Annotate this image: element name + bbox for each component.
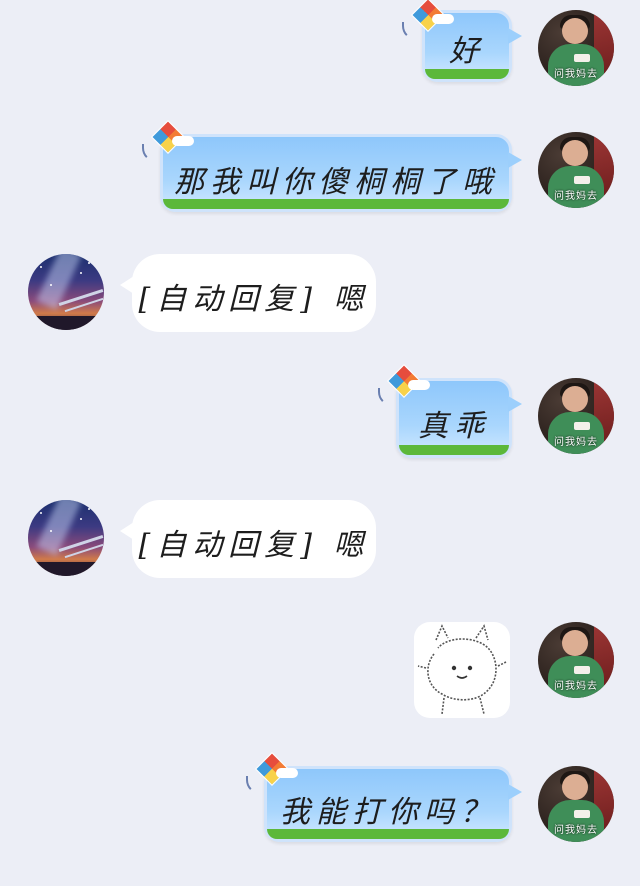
grass-decoration (425, 69, 509, 79)
contact-avatar[interactable] (28, 500, 104, 576)
message-text: [自动回复] 嗯 (138, 528, 370, 563)
kite-icon (402, 0, 454, 40)
message-text: 我能打你吗？ (280, 795, 496, 830)
message-text: 那我叫你傻桐桐了哦 (174, 165, 498, 200)
kite-icon (246, 752, 298, 794)
kite-icon (142, 120, 194, 162)
message-bubble[interactable]: [自动回复] 嗯 (120, 254, 376, 332)
avatar-watermark: 问我妈去 (554, 69, 598, 80)
contact-avatar[interactable] (28, 254, 104, 330)
doodle-cat-icon (417, 624, 507, 715)
avatar-watermark: 问我妈去 (554, 825, 598, 836)
message-text: 真乖 (418, 409, 490, 444)
my-avatar[interactable]: 问我妈去 (538, 378, 614, 454)
grass-decoration (163, 199, 509, 209)
my-avatar[interactable]: 问我妈去 (538, 10, 614, 86)
my-avatar[interactable]: 问我妈去 (538, 766, 614, 842)
message-bubble[interactable]: [自动回复] 嗯 (120, 500, 376, 578)
bubble-tail (508, 152, 522, 168)
message-text: [自动回复] 嗯 (138, 282, 370, 317)
avatar-watermark: 问我妈去 (554, 191, 598, 202)
avatar-watermark: 问我妈去 (554, 681, 598, 692)
message-bubble[interactable]: 我能打你吗？ (264, 766, 522, 842)
bubble-tail (508, 784, 522, 800)
grass-decoration (399, 445, 509, 455)
avatar-watermark: 问我妈去 (554, 437, 598, 448)
message-bubble[interactable]: 那我叫你傻桐桐了哦 (160, 134, 522, 212)
my-avatar[interactable]: 问我妈去 (538, 132, 614, 208)
doodle-cat-sticker[interactable] (414, 622, 510, 718)
bubble-tail (508, 396, 522, 412)
bubble-tail (508, 28, 522, 44)
kite-icon (378, 364, 430, 406)
my-avatar[interactable]: 问我妈去 (538, 622, 614, 698)
grass-decoration (267, 829, 509, 839)
